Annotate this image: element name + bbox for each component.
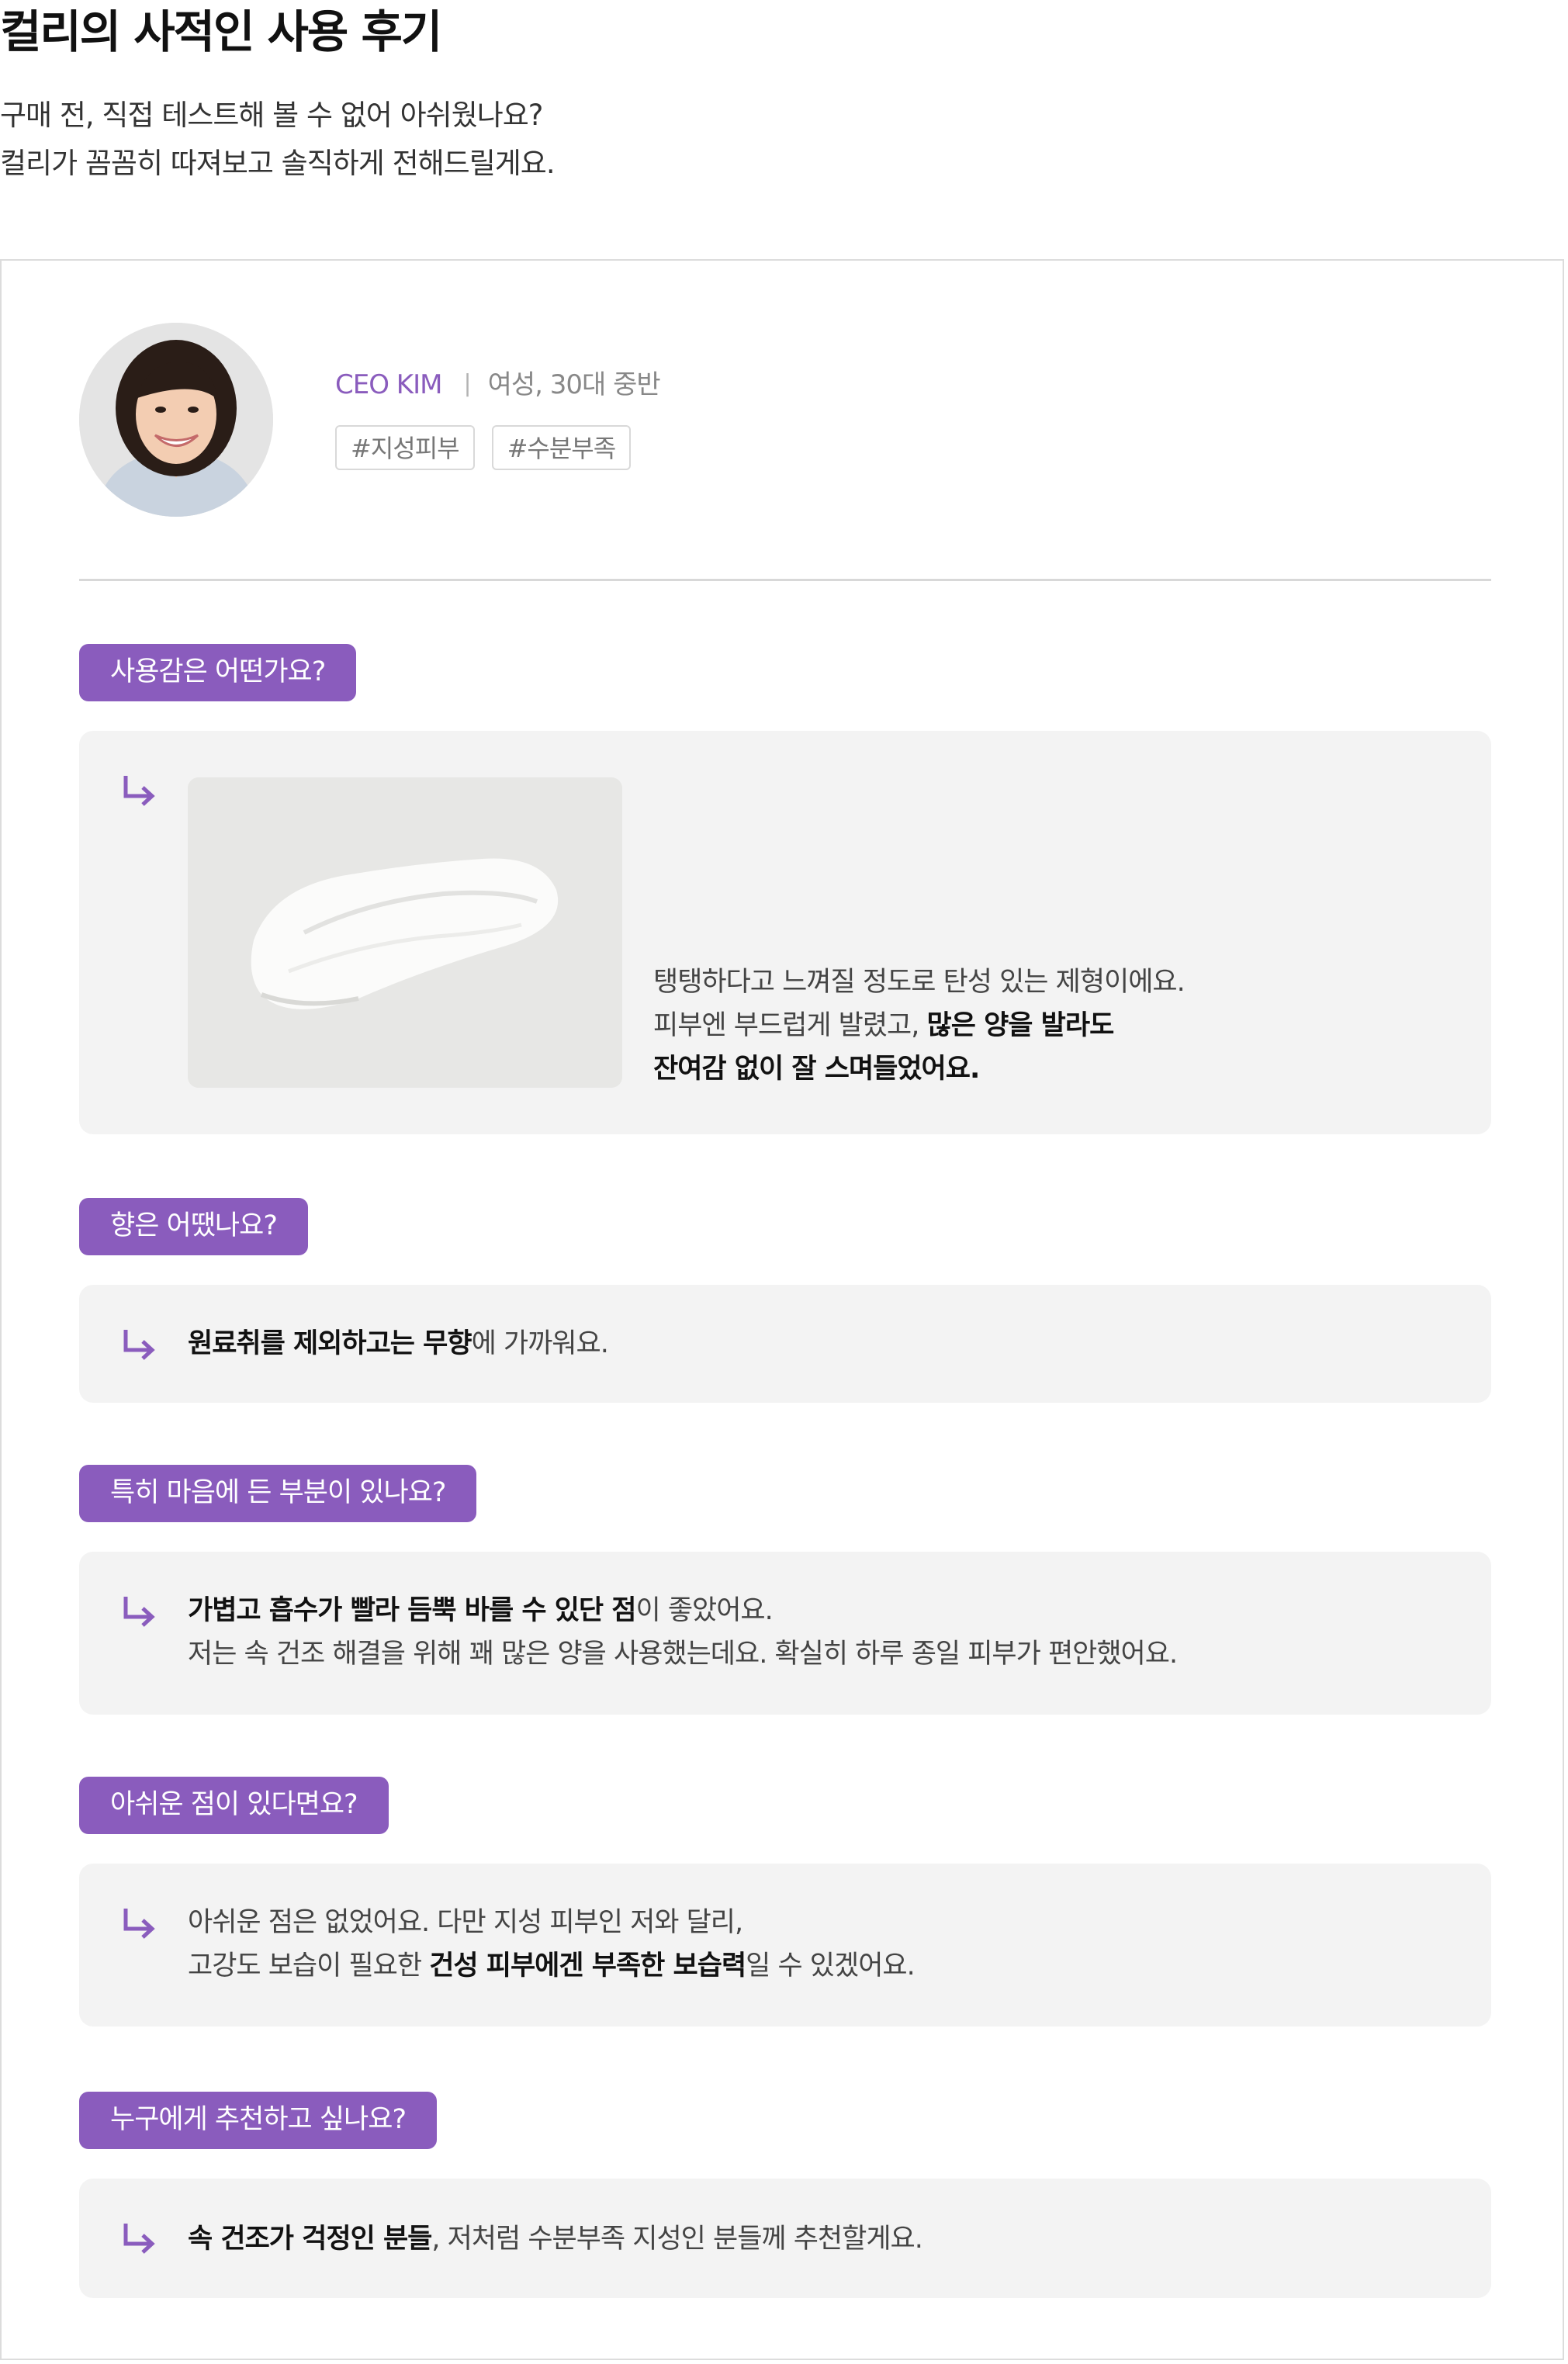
answer-text: 아쉬운 점은 없었어요. 다만 지성 피부인 저와 달리, 고강도 보습이 필요한… — [188, 1901, 916, 1988]
answer-run: 이 좋았어요. — [635, 1595, 774, 1626]
answer-box: 속 건조가 걱정인 분들, 저처럼 수분부족 지성인 분들께 추천할게요. — [79, 2179, 1491, 2298]
answer-emphasis: 가볍고 흡수가 빨라 듬뿍 바를 수 있단 점 — [188, 1595, 636, 1626]
reviewer-meta: 여성, 30대 중반 — [487, 369, 661, 400]
answer-line: 저는 속 건조 해결을 위해 꽤 많은 양을 사용했는데요. 확실히 하루 종일… — [188, 1632, 1178, 1676]
arrow-return-right-icon — [119, 771, 158, 810]
arrow-return-right-icon — [119, 1904, 158, 1943]
answer-emphasis: 많은 양을 발라도 — [926, 1010, 1115, 1041]
answer-line: 속 건조가 걱정인 분들, 저처럼 수분부족 지성인 분들께 추천할게요. — [188, 2217, 923, 2261]
reviewer-tags: #지성피부 #수분부족 — [335, 425, 632, 470]
answer-emphasis: 잔여감 없이 잘 스며들었어요. — [653, 1054, 980, 1085]
answer-run: 에 가까워요. — [471, 1328, 609, 1359]
page-title: 컬리의 사적인 사용 후기 — [0, 5, 442, 58]
intro-line: 구매 전, 직접 테스트해 볼 수 없어 아쉬웠나요? — [0, 99, 543, 132]
answer-line: 원료취를 제외하고는 무향에 가까워요. — [188, 1322, 609, 1365]
arrow-return-right-icon — [119, 1325, 158, 1364]
divider — [79, 579, 1491, 581]
product-texture-image — [188, 777, 622, 1088]
answer-box: 가볍고 흡수가 빨라 듬뿍 바를 수 있단 점이 좋았어요. 저는 속 건조 해결… — [79, 1552, 1491, 1715]
question-badge: 사용감은 어떤가요? — [79, 644, 357, 701]
answer-line: 피부엔 부드럽게 발렸고, 많은 양을 발라도 — [653, 1004, 1185, 1047]
answer-line: 고강도 보습이 필요한 건성 피부에겐 부족한 보습력일 수 있겠어요. — [188, 1944, 916, 1988]
avatar — [79, 323, 273, 517]
reviewer-separator: | — [463, 370, 471, 397]
reviewer-name: CEO KIM — [335, 369, 442, 400]
answer-run: 저는 속 건조 해결을 위해 꽤 많은 양을 사용했는데요. 확실히 하루 종일… — [188, 1639, 1178, 1670]
tag-badge: #지성피부 — [335, 425, 475, 470]
intro-line: 컬리가 꼼꼼히 따져보고 솔직하게 전해드릴게요. — [0, 147, 556, 180]
answer-run: 탱탱하다고 느껴질 정도로 탄성 있는 제형이에요. — [653, 967, 1186, 998]
tag-badge: #수분부족 — [491, 425, 632, 470]
answer-text: 속 건조가 걱정인 분들, 저처럼 수분부족 지성인 분들께 추천할게요. — [188, 2217, 923, 2261]
avatar-photo — [79, 323, 273, 517]
answer-run: 고강도 보습이 필요한 — [188, 1950, 430, 1982]
reviewer-info: CEO KIM | 여성, 30대 중반 — [335, 363, 661, 401]
answer-run: 피부엔 부드럽게 발렸고, — [653, 1010, 927, 1041]
question-badge: 아쉬운 점이 있다면요? — [79, 1777, 389, 1834]
answer-line: 가볍고 흡수가 빨라 듬뿍 바를 수 있단 점이 좋았어요. — [188, 1589, 1177, 1632]
arrow-return-right-icon — [119, 1592, 158, 1631]
answer-box: 탱탱하다고 느껴질 정도로 탄성 있는 제형이에요. 피부엔 부드럽게 발렸고, … — [79, 731, 1491, 1134]
answer-run: 아쉬운 점은 없었어요. 다만 지성 피부인 저와 달리, — [188, 1907, 743, 1938]
answer-emphasis: 원료취를 제외하고는 무향 — [188, 1328, 472, 1359]
answer-text: 탱탱하다고 느껴질 정도로 탄성 있는 제형이에요. 피부엔 부드럽게 발렸고, … — [653, 960, 1186, 1091]
answer-run: , 저처럼 수분부족 지성인 분들께 추천할게요. — [431, 2224, 922, 2255]
answer-text: 가볍고 흡수가 빨라 듬뿍 바를 수 있단 점이 좋았어요. 저는 속 건조 해결… — [188, 1589, 1178, 1676]
intro-text: 구매 전, 직접 테스트해 볼 수 없어 아쉬웠나요? 컬리가 꼼꼼히 따져보고… — [0, 92, 556, 188]
answer-line: 아쉬운 점은 없었어요. 다만 지성 피부인 저와 달리, — [188, 1901, 915, 1944]
review-card: CEO KIM | 여성, 30대 중반 #지성피부 #수분부족 사용감은 어떤가요… — [0, 259, 1564, 2360]
answer-box: 원료취를 제외하고는 무향에 가까워요. — [79, 1285, 1491, 1403]
answer-line: 탱탱하다고 느껴질 정도로 탄성 있는 제형이에요. — [653, 960, 1186, 1004]
answer-box: 아쉬운 점은 없었어요. 다만 지성 피부인 저와 달리, 고강도 보습이 필요한… — [79, 1864, 1491, 2027]
question-badge: 특히 마음에 든 부분이 있나요? — [79, 1465, 477, 1522]
question-badge: 향은 어땠나요? — [79, 1198, 308, 1255]
answer-emphasis: 건성 피부에겐 부족한 보습력 — [429, 1950, 746, 1982]
answer-emphasis: 속 건조가 걱정인 분들 — [188, 2224, 432, 2255]
answer-run: 일 수 있겠어요. — [746, 1950, 916, 1982]
question-badge: 누구에게 추천하고 싶나요? — [79, 2092, 438, 2149]
answer-text: 원료취를 제외하고는 무향에 가까워요. — [188, 1322, 609, 1365]
answer-line: 잔여감 없이 잘 스며들었어요. — [653, 1047, 1185, 1091]
arrow-return-right-icon — [119, 2219, 158, 2258]
